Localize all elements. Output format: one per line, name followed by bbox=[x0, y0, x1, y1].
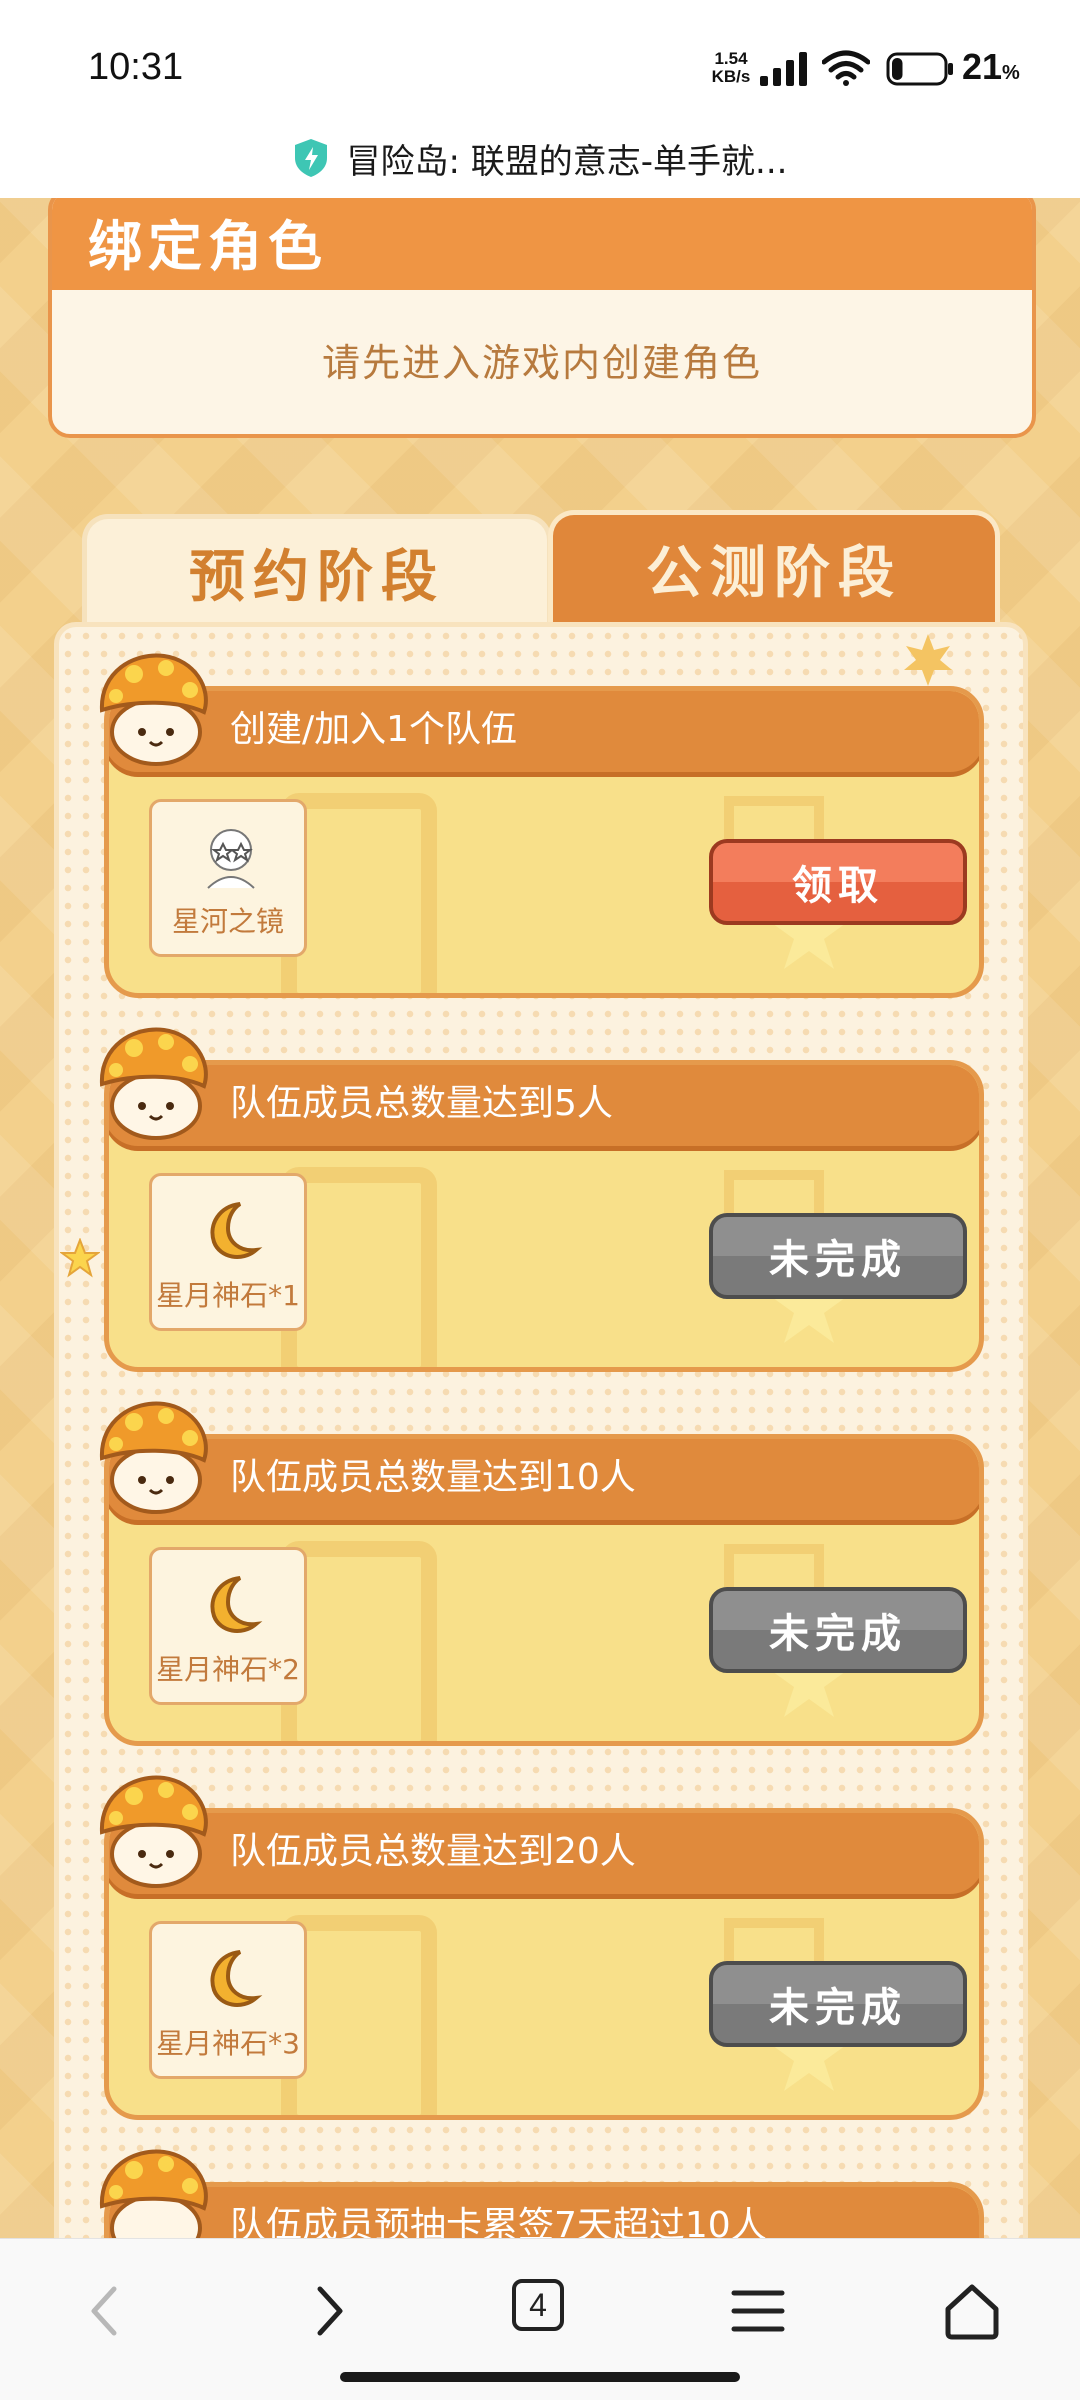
task-card: 队伍成员预抽卡累签7天超过10人 bbox=[104, 2182, 984, 2238]
moon-stone-icon bbox=[210, 1950, 263, 2007]
back-icon[interactable] bbox=[74, 2279, 138, 2343]
home-indicator[interactable] bbox=[340, 2372, 740, 2382]
task-header: 队伍成员总数量达到10人 bbox=[109, 1439, 979, 1520]
bind-role-box: 绑定角色 请先进入游戏内创建角色 bbox=[48, 198, 1036, 438]
maple-leaf-icon bbox=[904, 634, 952, 686]
bind-role-header: 绑定角色 bbox=[52, 198, 1032, 290]
network-speed-unit: KB/s bbox=[711, 67, 751, 86]
moon-stone-icon bbox=[210, 1202, 263, 1259]
task-title: 队伍成员总数量达到10人 bbox=[230, 1457, 636, 1498]
battery-percent-unit: % bbox=[1002, 62, 1020, 84]
battery-icon bbox=[886, 52, 953, 86]
network-speed: 1.54 KB/s bbox=[708, 50, 754, 86]
event-content[interactable]: 绑定角色 请先进入游戏内创建角色 预约阶段 公测阶段 创建/加入1个队伍 星河之… bbox=[0, 198, 1080, 2238]
task-header: 队伍成员总数量达到20人 bbox=[109, 1813, 979, 1894]
reward-label: 星河之镜 bbox=[171, 905, 284, 938]
star-icon bbox=[60, 1238, 100, 1278]
task-header: 队伍成员总数量达到5人 bbox=[109, 1065, 979, 1146]
network-speed-value: 1.54 bbox=[714, 49, 748, 68]
status-bar: 10:31 1.54 KB/s 21% bbox=[0, 0, 1080, 118]
task-card: 队伍成员总数量达到5人 星月神石*1 未完成 bbox=[104, 1060, 984, 1372]
bind-role-hint: 请先进入游戏内创建角色 bbox=[321, 341, 762, 385]
battery-percent: 21% bbox=[962, 46, 1020, 88]
home-icon[interactable] bbox=[940, 2279, 1004, 2343]
mushroom-mascot-icon bbox=[99, 653, 208, 766]
incomplete-button[interactable]: 未完成 bbox=[709, 1961, 967, 2047]
reward-label: 星月神石*3 bbox=[156, 2027, 300, 2060]
moon-stone-icon bbox=[210, 1576, 263, 1633]
task-title: 队伍成员预抽卡累签7天超过10人 bbox=[230, 2205, 767, 2238]
claim-button[interactable]: 领取 bbox=[709, 839, 967, 925]
tab-public-test-stage[interactable]: 公测阶段 bbox=[548, 510, 1000, 622]
mushroom-mascot-icon bbox=[99, 2149, 208, 2238]
menu-icon[interactable] bbox=[726, 2279, 790, 2343]
page-title: 冒险岛: 联盟的意志-单手就... bbox=[346, 141, 788, 182]
incomplete-button[interactable]: 未完成 bbox=[709, 1213, 967, 1299]
mushroom-mascot-icon bbox=[99, 1027, 208, 1140]
incomplete-button[interactable]: 未完成 bbox=[709, 1587, 967, 1673]
tab-reservation-stage[interactable]: 预约阶段 bbox=[82, 514, 552, 626]
signal-icon bbox=[760, 52, 807, 86]
reward-label: 星月神石*1 bbox=[156, 1279, 300, 1312]
task-card: 队伍成员总数量达到10人 星月神石*2 未完成 bbox=[104, 1434, 984, 1746]
task-header: 创建/加入1个队伍 bbox=[109, 691, 979, 772]
status-time: 10:31 bbox=[88, 46, 184, 88]
mushroom-mascot-icon bbox=[99, 1775, 208, 1888]
task-title: 创建/加入1个队伍 bbox=[230, 709, 518, 750]
forward-icon[interactable] bbox=[296, 2279, 360, 2343]
shield-icon bbox=[294, 139, 327, 177]
task-title: 队伍成员总数量达到5人 bbox=[230, 1083, 613, 1124]
bind-role-title: 绑定角色 bbox=[88, 214, 328, 278]
page-title-bar: 冒险岛: 联盟的意志-单手就... bbox=[0, 118, 1080, 198]
reward-item[interactable]: 星河之镜 bbox=[149, 799, 307, 957]
wifi-icon bbox=[822, 50, 870, 86]
task-card: 创建/加入1个队伍 星河之镜 领取 bbox=[104, 686, 984, 998]
task-header: 队伍成员预抽卡累签7天超过10人 bbox=[109, 2187, 979, 2238]
tabs-count-button[interactable]: 4 bbox=[512, 2279, 564, 2331]
reward-label: 星月神石*2 bbox=[156, 1653, 300, 1686]
reward-item[interactable]: 星月神石*2 bbox=[149, 1547, 307, 1705]
reward-item[interactable]: 星月神石*3 bbox=[149, 1921, 307, 2079]
battery-percent-value: 21 bbox=[962, 46, 1003, 87]
reward-item[interactable]: 星月神石*1 bbox=[149, 1173, 307, 1331]
glasses-avatar-icon bbox=[207, 829, 255, 889]
task-card: 队伍成员总数量达到20人 星月神石*3 未完成 bbox=[104, 1808, 984, 2120]
mushroom-mascot-icon bbox=[99, 1401, 208, 1514]
task-title: 队伍成员总数量达到20人 bbox=[230, 1831, 636, 1872]
